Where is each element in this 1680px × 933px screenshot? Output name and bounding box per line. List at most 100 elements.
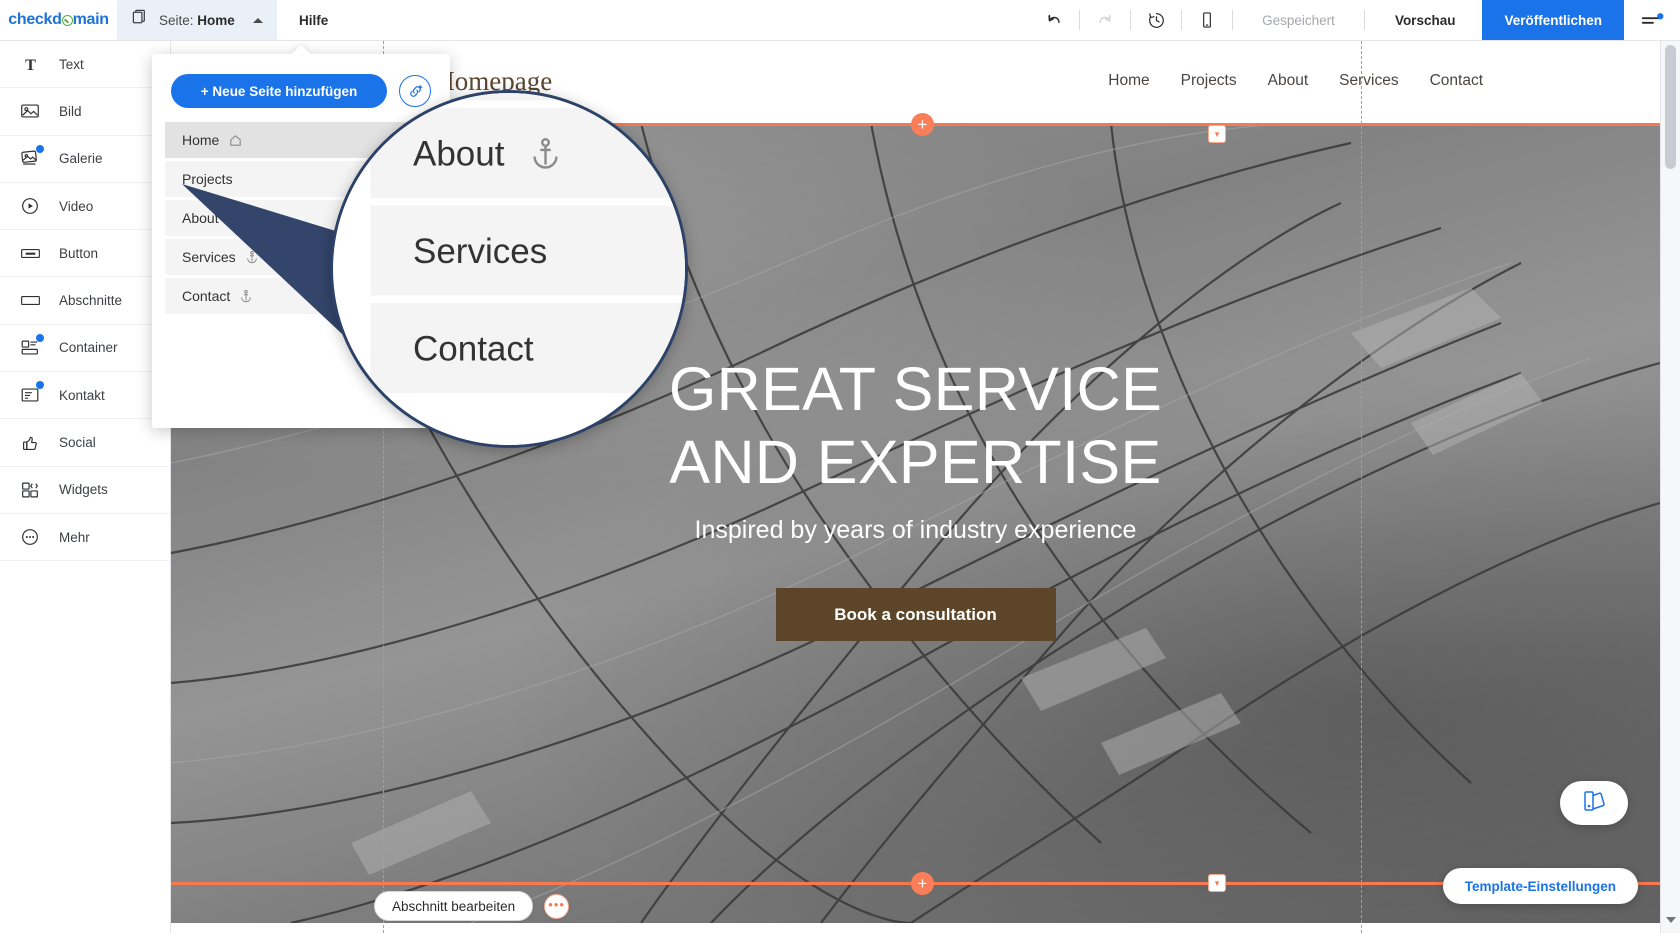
sidebar-label: Kontakt (59, 388, 105, 403)
magnifier-content: + Neue Seite hinzufügen Home Projects Ab… (330, 90, 688, 448)
sidebar-item-abschnitte[interactable]: Abschnitte (0, 277, 170, 324)
thumbs-up-icon (17, 430, 43, 456)
sidebar-item-social[interactable]: Social (0, 419, 170, 466)
toolbar-actions (1032, 0, 1236, 40)
add-section-bottom-button[interactable]: + (911, 872, 934, 895)
sidebar-item-text[interactable]: T Text (0, 41, 170, 88)
mobile-preview-icon[interactable] (1185, 0, 1229, 41)
section-more-button[interactable]: ••• (544, 894, 569, 919)
sidebar-item-widgets[interactable]: Widgets (0, 467, 170, 514)
logo-check-ring-icon (62, 15, 73, 26)
template-settings-button[interactable]: Template-Einstellungen (1443, 868, 1638, 904)
left-sidebar: T Text Bild Galerie (0, 41, 171, 933)
more-dots-icon (17, 524, 43, 550)
chevron-up-icon (253, 18, 263, 23)
publish-button[interactable]: Veröffentlichen (1482, 0, 1624, 40)
dropdown-arrow (290, 45, 312, 55)
site-nav-about[interactable]: About (1268, 72, 1309, 90)
edit-section-button[interactable]: Abschnitt bearbeiten (374, 891, 533, 921)
image-icon (17, 98, 43, 124)
svg-text:T: T (25, 57, 36, 74)
sidebar-label: Button (59, 246, 98, 261)
app-logo[interactable]: checkd main (0, 0, 117, 40)
hero-subtitle: Inspired by years of industry experience (171, 516, 1660, 545)
site-navigation: Home Projects About Services Contact (1108, 72, 1483, 90)
site-nav-projects[interactable]: Projects (1181, 72, 1237, 90)
sidebar-label: Bild (59, 104, 82, 119)
gallery-icon (17, 146, 43, 172)
toolbar-divider (1130, 10, 1131, 30)
container-icon (17, 335, 43, 361)
page-name: Home (182, 132, 219, 148)
sidebar-item-button[interactable]: Button (0, 230, 170, 277)
sidebar-item-bild[interactable]: Bild (0, 88, 170, 135)
site-nav-services[interactable]: Services (1339, 72, 1398, 90)
sidebar-label: Abschnitte (59, 293, 122, 308)
toolbar-spacer (350, 0, 1032, 40)
toolbar-divider (1079, 10, 1080, 30)
history-icon[interactable] (1134, 0, 1178, 41)
contact-icon (17, 382, 43, 408)
top-toolbar: checkd main Seite: Home Hilfe (0, 0, 1680, 41)
sidebar-label: Mehr (59, 530, 90, 545)
site-nav-contact[interactable]: Contact (1430, 72, 1483, 90)
help-button[interactable]: Hilfe (277, 0, 350, 40)
vertical-scrollbar[interactable] (1660, 41, 1680, 933)
scroll-down-arrow-icon[interactable] (1666, 917, 1676, 923)
magnifier-lens: + Neue Seite hinzufügen Home Projects Ab… (330, 90, 688, 448)
toolbar-divider (1232, 10, 1233, 30)
lens-page-item-services[interactable]: Services (371, 206, 689, 296)
sections-icon (17, 288, 43, 314)
sidebar-label: Galerie (59, 151, 103, 166)
chevron-down-icon: ▾ (1215, 878, 1220, 889)
hero-cta-button[interactable]: Book a consultation (776, 588, 1056, 641)
new-badge (36, 334, 44, 342)
lens-page-item-contact[interactable]: Contact (371, 303, 689, 393)
pages-icon (131, 8, 150, 32)
page-selector-label: Seite: Home (159, 13, 235, 28)
new-badge (36, 145, 44, 153)
scrollbar-thumb[interactable] (1665, 45, 1676, 169)
sidebar-label: Text (59, 57, 84, 72)
sidebar-label: Social (59, 435, 96, 450)
page-name: About (413, 133, 504, 173)
sidebar-item-kontakt[interactable]: Kontakt (0, 372, 170, 419)
add-section-top-button[interactable]: + (911, 113, 934, 136)
home-icon (228, 133, 243, 148)
widgets-icon (17, 477, 43, 503)
section-toolbar: Abschnitt bearbeiten ••• (374, 891, 569, 921)
chevron-down-icon: ▾ (1215, 129, 1220, 140)
lens-page-item-about[interactable]: About (371, 108, 689, 198)
app-logo-text-post: main (73, 11, 109, 29)
app-logo-text-pre: checkd (8, 11, 61, 29)
page-name: Services (413, 231, 547, 271)
video-icon (17, 193, 43, 219)
anchor-icon (527, 136, 562, 171)
main-menu-button[interactable] (1624, 0, 1680, 40)
site-nav-home[interactable]: Home (1108, 72, 1149, 90)
page-selector[interactable]: Seite: Home (117, 0, 277, 40)
section-collapse-bottom-button[interactable]: ▾ (1208, 874, 1226, 892)
sidebar-item-mehr[interactable]: Mehr (0, 514, 170, 561)
sidebar-item-galerie[interactable]: Galerie (0, 136, 170, 183)
hamburger-menu-icon (1640, 11, 1664, 29)
toolbar-divider (1181, 10, 1182, 30)
button-icon (17, 240, 43, 266)
text-icon: T (17, 51, 43, 77)
save-status: Gespeichert (1236, 0, 1361, 40)
sidebar-label: Widgets (59, 482, 108, 497)
preview-button[interactable]: Vorschau (1368, 0, 1483, 40)
redo-icon (1083, 0, 1127, 41)
palette-icon (1581, 788, 1607, 819)
new-badge (36, 381, 44, 389)
sidebar-item-container[interactable]: Container (0, 325, 170, 372)
section-collapse-top-button[interactable]: ▾ (1208, 125, 1226, 143)
undo-icon[interactable] (1032, 0, 1076, 41)
sidebar-label: Video (59, 199, 93, 214)
more-dots-icon: ••• (548, 897, 565, 912)
template-design-button[interactable] (1560, 781, 1628, 825)
page-name: Contact (413, 328, 534, 368)
toolbar-divider (1364, 10, 1365, 30)
sidebar-label: Container (59, 340, 118, 355)
sidebar-item-video[interactable]: Video (0, 183, 170, 230)
